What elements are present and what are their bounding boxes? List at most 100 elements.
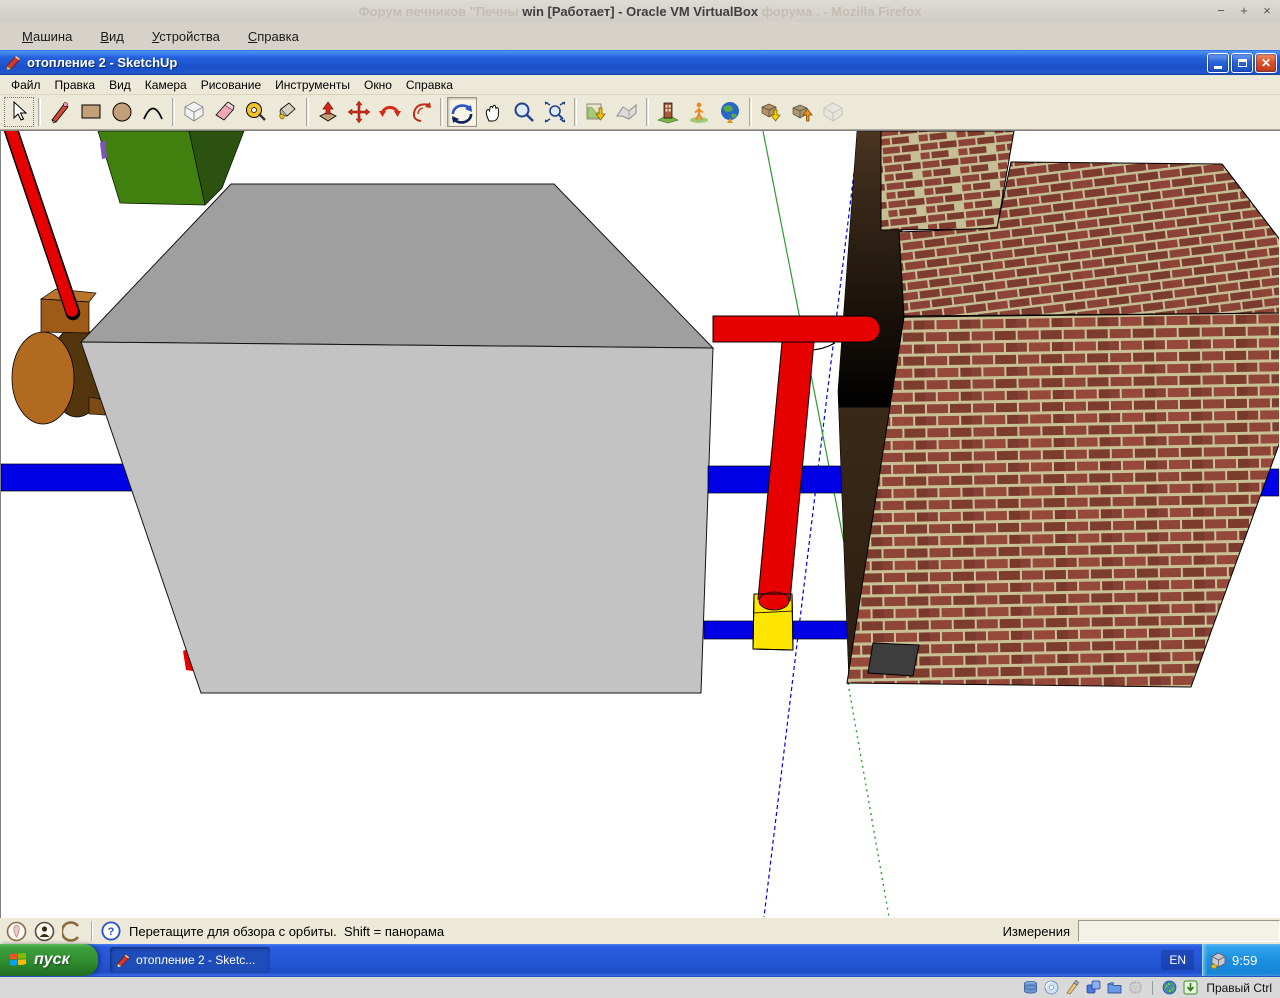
menu-help2[interactable]: Справка (399, 76, 460, 94)
close-icon: ✕ (1261, 57, 1271, 69)
sketchup-3d-viewport[interactable] (0, 130, 1280, 918)
circle-icon (110, 100, 134, 124)
tape-measure-tool-button[interactable] (241, 97, 271, 127)
menu-help[interactable]: Справка (236, 26, 311, 47)
tray-cube-icon[interactable] (1210, 952, 1227, 969)
language-indicator[interactable]: EN (1161, 950, 1194, 970)
menu-devices[interactable]: Устройства (140, 26, 232, 47)
component-tool-disabled-button (818, 97, 848, 127)
arc-tool-button[interactable] (138, 97, 168, 127)
orbit-tool-button[interactable] (447, 97, 477, 127)
stove-box (81, 184, 713, 693)
move-tool-button[interactable] (344, 97, 374, 127)
line-tool-button[interactable] (45, 97, 75, 127)
menu-draw[interactable]: Рисование (194, 76, 268, 94)
zoom-extents-tool-button[interactable] (540, 97, 570, 127)
menu-tools[interactable]: Инструменты (268, 76, 357, 94)
arc-icon (141, 100, 165, 124)
offset-icon (409, 100, 433, 124)
brick-stove (847, 131, 1279, 687)
menu-file[interactable]: Файл (4, 76, 48, 94)
globe-icon (718, 100, 742, 124)
toggle-terrain-tool-button[interactable] (612, 97, 642, 127)
component-cube-icon (182, 100, 206, 124)
model-figure-tool-button[interactable] (684, 97, 714, 127)
sketchup-minimize-button[interactable] (1207, 53, 1229, 73)
select-arrow-icon (7, 100, 31, 124)
zoom-tool-button[interactable] (509, 97, 539, 127)
figure-icon (687, 100, 711, 124)
push-pull-icon (316, 100, 340, 124)
google-earth-tool-button[interactable] (715, 97, 745, 127)
host-close-button[interactable]: × (1260, 4, 1274, 18)
offset-tool-button[interactable] (406, 97, 436, 127)
taskbar-item-sketchup[interactable]: отопление 2 - Sketc... (110, 947, 270, 973)
menu-machine[interactable]: Машина (10, 26, 84, 47)
measurements-input[interactable] (1078, 920, 1280, 942)
cleanout-door (868, 643, 919, 676)
menu-view2[interactable]: Вид (102, 76, 138, 94)
geolocation-icon[interactable] (6, 921, 27, 942)
share-model-icon (790, 100, 814, 124)
share-model-tool-button[interactable] (787, 97, 817, 127)
rectangle-tool-button[interactable] (76, 97, 106, 127)
sketchup-restore-button[interactable] (1231, 53, 1253, 73)
add-location-icon (584, 100, 608, 124)
network-icon[interactable] (1086, 980, 1101, 995)
menu-view[interactable]: Вид (88, 26, 136, 47)
push-pull-tool-button[interactable] (313, 97, 343, 127)
shared-folder-icon[interactable] (1107, 980, 1122, 995)
mouse-integration-icon[interactable] (1162, 980, 1177, 995)
diagonal-red-pipe (10, 131, 72, 311)
host-minimize-button[interactable]: − (1214, 4, 1228, 18)
tape-measure-icon (244, 100, 268, 124)
move-icon (347, 100, 371, 124)
background-window-title-left: Форум печников "Печны (359, 4, 519, 19)
start-label: пуск (34, 951, 70, 969)
auto-resize-icon[interactable] (1183, 980, 1198, 995)
menu-window[interactable]: Окно (357, 76, 399, 94)
menu-edit[interactable]: Правка (48, 76, 103, 94)
taskbar-item-label: отопление 2 - Sketc... (136, 953, 255, 967)
terrain-icon (615, 100, 639, 124)
add-location-tool-button[interactable] (581, 97, 611, 127)
host-maximize-button[interactable]: + (1237, 4, 1251, 18)
model-scene (1, 131, 1279, 918)
credits-icon[interactable] (34, 921, 55, 942)
clock[interactable]: 9:59 (1232, 953, 1257, 968)
host-title: Форум печников "Печны win [Работает] - O… (0, 4, 1280, 19)
help-icon[interactable]: ? (101, 921, 121, 941)
make-component-tool-button[interactable] (179, 97, 209, 127)
paint-bucket-icon (275, 100, 299, 124)
windows-taskbar: пуск отопление 2 - Sketc... EN 9:59 (0, 944, 1280, 976)
magnifier-icon (512, 100, 536, 124)
paint-bucket-tool-button[interactable] (272, 97, 302, 127)
claim-icon[interactable] (62, 921, 83, 942)
building-icon (656, 100, 680, 124)
hdd-icon[interactable] (1023, 980, 1038, 995)
minimize-icon (1214, 66, 1222, 69)
select-tool-button[interactable] (4, 97, 34, 127)
rotate-tool-button[interactable] (375, 97, 405, 127)
sketchup-toolbar (0, 95, 1280, 130)
photo-textures-tool-button[interactable] (653, 97, 683, 127)
get-models-tool-button[interactable] (756, 97, 786, 127)
host-titlebar: Форум печников "Печны win [Работает] - O… (0, 0, 1280, 22)
sketchup-window-title: отопление 2 - SketchUp (27, 55, 1207, 70)
sketchup-close-button[interactable]: ✕ (1255, 53, 1277, 73)
system-tray: 9:59 (1202, 944, 1280, 976)
circle-tool-button[interactable] (107, 97, 137, 127)
menu-camera[interactable]: Камера (138, 76, 194, 94)
usb-pen-icon[interactable] (1065, 980, 1080, 995)
start-button[interactable]: пуск (0, 944, 98, 976)
pan-hand-icon (481, 100, 505, 124)
red-pipe-horizontal (713, 316, 880, 342)
virtualbox-window: Форум печников "Печны win [Работает] - O… (0, 0, 1280, 998)
get-models-icon (759, 100, 783, 124)
green-axis-dotted-line (848, 683, 889, 917)
eraser-tool-button[interactable] (210, 97, 240, 127)
windows-logo-icon (8, 950, 28, 970)
pan-tool-button[interactable] (478, 97, 508, 127)
component-gray-icon (821, 100, 845, 124)
optical-disc-icon[interactable] (1044, 980, 1059, 995)
